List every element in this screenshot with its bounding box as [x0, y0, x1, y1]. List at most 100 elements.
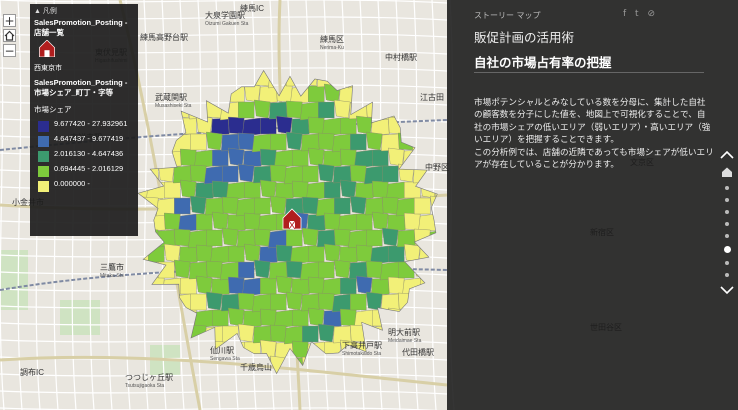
- choropleth-area[interactable]: [291, 277, 310, 296]
- choropleth-area[interactable]: [372, 211, 389, 231]
- choropleth-area[interactable]: [318, 323, 335, 343]
- choropleth-area[interactable]: [243, 309, 262, 328]
- share-icons[interactable]: f t ⊘: [623, 9, 658, 19]
- choropleth-area[interactable]: [228, 147, 245, 167]
- choropleth-area[interactable]: [350, 293, 367, 311]
- choropleth-area[interactable]: [228, 245, 245, 263]
- choropleth-area[interactable]: [174, 197, 191, 215]
- choropleth-area[interactable]: [366, 260, 383, 279]
- choropleth-area[interactable]: [260, 148, 277, 167]
- choropleth-area[interactable]: [275, 181, 294, 200]
- choropleth-area[interactable]: [308, 147, 325, 167]
- choropleth-area[interactable]: [180, 148, 197, 167]
- choropleth-area[interactable]: [222, 196, 239, 215]
- choropleth-area[interactable]: [382, 227, 399, 247]
- choropleth-area[interactable]: [190, 133, 207, 151]
- choropleth-area[interactable]: [340, 148, 357, 167]
- choropleth-area[interactable]: [254, 228, 271, 247]
- choropleth-area[interactable]: [302, 165, 319, 183]
- choropleth-area[interactable]: [238, 261, 255, 279]
- choropleth-area[interactable]: [190, 195, 207, 215]
- home-icon[interactable]: [719, 166, 735, 178]
- choropleth-area[interactable]: [356, 275, 373, 295]
- choropleth-area[interactable]: [276, 115, 293, 135]
- chevron-down-icon[interactable]: [719, 285, 735, 295]
- choropleth-area[interactable]: [292, 180, 309, 199]
- choropleth-area[interactable]: [318, 163, 335, 183]
- section-dot[interactable]: [725, 186, 729, 190]
- choropleth-area[interactable]: [228, 276, 245, 295]
- choropleth-area[interactable]: [382, 165, 399, 183]
- choropleth-area[interactable]: [339, 245, 358, 264]
- choropleth-area[interactable]: [308, 85, 325, 103]
- choropleth-area[interactable]: [244, 181, 261, 199]
- choropleth-area[interactable]: [260, 308, 277, 327]
- choropleth-area[interactable]: [350, 195, 367, 215]
- choropleth-area[interactable]: [270, 293, 287, 311]
- choropleth-area[interactable]: [260, 277, 277, 295]
- choropleth-area[interactable]: [254, 99, 271, 119]
- choropleth-area[interactable]: [356, 244, 373, 263]
- section-dot[interactable]: [725, 198, 729, 202]
- choropleth-area[interactable]: [286, 291, 303, 311]
- choropleth-area[interactable]: [179, 245, 198, 264]
- choropleth-area[interactable]: [243, 149, 262, 168]
- choropleth-area[interactable]: [244, 243, 261, 263]
- choropleth-area[interactable]: [238, 323, 255, 343]
- choropleth-area[interactable]: [286, 100, 303, 119]
- choropleth-area[interactable]: [238, 163, 255, 183]
- choropleth-area[interactable]: [212, 309, 229, 327]
- zoom-out-button[interactable]: −: [3, 44, 16, 57]
- choropleth-area[interactable]: [196, 244, 213, 263]
- choropleth-area[interactable]: [302, 196, 319, 215]
- choropleth-area[interactable]: [388, 276, 405, 295]
- choropleth-area[interactable]: [302, 325, 319, 343]
- choropleth-area[interactable]: [334, 197, 351, 215]
- choropleth-area[interactable]: [164, 243, 181, 263]
- choropleth-area[interactable]: [388, 245, 405, 263]
- choropleth-area[interactable]: [180, 179, 197, 199]
- choropleth-area[interactable]: [276, 244, 293, 263]
- choropleth-area[interactable]: [388, 147, 405, 167]
- section-dot[interactable]: [725, 210, 729, 214]
- choropleth-area[interactable]: [323, 149, 342, 168]
- choropleth-area[interactable]: [334, 259, 351, 279]
- choropleth-area[interactable]: [318, 292, 335, 311]
- choropleth-area[interactable]: [174, 228, 191, 247]
- choropleth-area[interactable]: [404, 212, 421, 231]
- choropleth-area[interactable]: [318, 132, 335, 151]
- choropleth-area[interactable]: [196, 213, 213, 231]
- section-dot[interactable]: [725, 234, 729, 238]
- choropleth-area[interactable]: [366, 131, 383, 151]
- home-button[interactable]: [3, 29, 16, 42]
- choropleth-area[interactable]: [350, 133, 367, 151]
- choropleth-area[interactable]: [228, 307, 245, 327]
- choropleth-area[interactable]: [180, 277, 197, 295]
- choropleth-area[interactable]: [270, 133, 287, 151]
- choropleth-area[interactable]: [259, 245, 278, 264]
- choropleth-area[interactable]: [366, 291, 383, 311]
- choropleth-area[interactable]: [190, 164, 207, 183]
- choropleth-area[interactable]: [222, 227, 239, 247]
- choropleth-area[interactable]: [276, 275, 293, 295]
- choropleth-area[interactable]: [212, 180, 229, 199]
- choropleth-area[interactable]: [212, 149, 229, 167]
- choropleth-area[interactable]: [238, 101, 255, 119]
- choropleth-area[interactable]: [324, 212, 341, 231]
- chevron-up-icon[interactable]: [719, 150, 735, 160]
- choropleth-area[interactable]: [260, 179, 277, 199]
- choropleth-area[interactable]: [414, 197, 431, 215]
- choropleth-area[interactable]: [270, 164, 287, 183]
- choropleth-area[interactable]: [254, 259, 271, 279]
- choropleth-area[interactable]: [371, 277, 390, 296]
- choropleth-area[interactable]: [308, 245, 325, 263]
- choropleth-area[interactable]: [372, 180, 389, 199]
- choropleth-area[interactable]: [206, 229, 223, 247]
- choropleth-area[interactable]: [340, 117, 357, 135]
- choropleth-area[interactable]: [292, 309, 309, 327]
- choropleth-area[interactable]: [196, 275, 213, 295]
- choropleth-area[interactable]: [227, 213, 246, 232]
- choropleth-area[interactable]: [292, 149, 309, 167]
- choropleth-area[interactable]: [206, 260, 223, 279]
- choropleth-area[interactable]: [291, 117, 310, 136]
